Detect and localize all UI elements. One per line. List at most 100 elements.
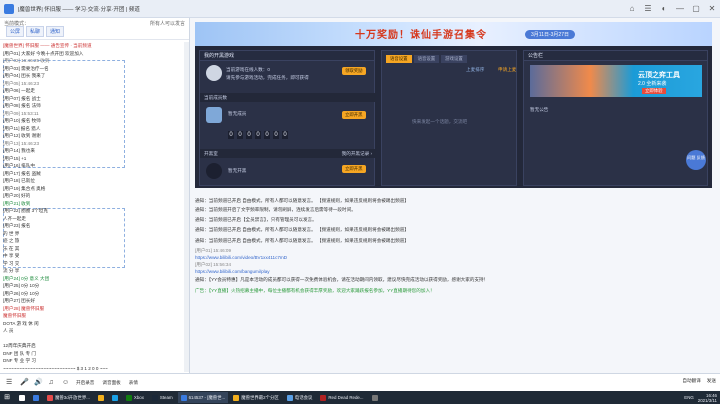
tab-private[interactable]: 私聊 <box>26 26 45 37</box>
empty-topic-hint: 快来发起一个话题，交流吧 <box>412 119 468 124</box>
app-icon <box>47 394 53 401</box>
counter-digit: 0 <box>246 131 252 139</box>
menu-icon[interactable]: ☰ <box>642 3 654 15</box>
room-history-link[interactable]: 我的开黑记录 › <box>342 149 372 158</box>
system-message: 通知：当前频道已开启 自由模式，所有人都可以随意发言。 【频道规则，如果违反规则… <box>195 238 409 243</box>
send-button[interactable]: 发送 <box>707 378 716 384</box>
counter-digit: 0 <box>282 131 288 139</box>
start-session-button[interactable]: 立即开黑 <box>342 111 366 119</box>
chat-scrollbar[interactable] <box>184 42 189 372</box>
app-icon <box>371 394 378 401</box>
windows-start-icon[interactable]: ⊞ <box>0 391 14 404</box>
chat-message: [用户01] 大家好 今晚十点开团 欢迎加入 <box>3 50 84 56</box>
app-icon <box>320 394 327 401</box>
system-message: 通知：【YY会员特惠】凡是本活动的成员都可以获得一次免费体验机会，请在活动期间内… <box>195 277 489 282</box>
mic-order-label: 上麦排序 <box>466 67 485 72</box>
chat-message: ~~~~~~~~~~~~~~~~~~~~~~~~~~~ $ 3 1 2 0 0 … <box>3 365 108 371</box>
promo-banner[interactable]: 十万奖励！诛仙手游召集令 3月11日-3月27日 <box>195 22 712 46</box>
taskbar-item[interactable] <box>16 392 28 403</box>
taskbar-item[interactable]: Xbox <box>123 392 147 403</box>
feedback-button[interactable]: 问题 反馈 <box>686 150 706 170</box>
taskbar-item[interactable]: 魔兽3d开放世界... <box>44 392 93 403</box>
menu-icon[interactable]: ☰ <box>4 378 14 388</box>
taskbar-item-label: 魔兽3d开放世界... <box>55 395 90 400</box>
chat-message: [魔兽世界] 怀旧服 —— 通告宣传 · 当前频道 <box>3 43 92 48</box>
record-button[interactable]: 开启录音 <box>74 378 96 388</box>
minimize-button[interactable]: — <box>674 3 686 15</box>
speak-permission: 所有人可以发言 <box>149 21 185 27</box>
notice-empty: 暂无公告 <box>530 107 549 112</box>
taskbar-item-label: 魔兽世界最2个分区 <box>241 395 279 400</box>
game-panel: 十万奖励！诛仙手游召集令 3月11日-3月27日 我的开黑游戏 当前游戏在线人数… <box>195 22 712 188</box>
chat-message: 的 世 界 <box>3 230 20 236</box>
chat-message: [用户24] 0分 意义 大团 <box>3 275 50 281</box>
tab-game[interactable]: 游戏设置 <box>441 55 467 63</box>
chat-message: [用户08] 报名 法师 <box>3 103 41 108</box>
chat-message: [用户25] 0分 10分 <box>3 283 40 288</box>
emoticon-button[interactable]: 表情 <box>127 378 140 388</box>
tab-voice-2[interactable]: 语音设置 <box>413 55 440 63</box>
taskbar-item[interactable]: 614537 - [魔兽世... <box>177 392 229 403</box>
taskbar-item[interactable] <box>109 392 121 403</box>
maximize-button[interactable]: ▢ <box>690 3 702 15</box>
banner-date: 3月11日-3月27日 <box>525 30 575 39</box>
start-room-button[interactable]: 立即开黑 <box>342 165 366 173</box>
ad-title: 云顶之弈工具 <box>638 72 680 79</box>
clock[interactable]: 16:46 2021/3/11 <box>698 393 717 403</box>
home-icon[interactable]: ⌂ <box>626 3 638 15</box>
mixer-button[interactable]: 调音面板 <box>100 378 122 388</box>
input-right-actions: 自动翻译 发送 <box>682 378 716 384</box>
emoji-icon[interactable]: ☺ <box>60 378 70 388</box>
taskbar-item[interactable] <box>30 392 42 403</box>
taskbar-item-label: 614537 - [魔兽世... <box>188 395 226 400</box>
tab-notice[interactable]: 通知 <box>46 26 65 37</box>
voice-panel: 语音设置 语音设置 游戏设置 上麦排序 申请上麦 快来发起一个话题，交流吧 <box>381 50 517 186</box>
ad-banner[interactable]: 云顶之弈工具 2.0 全新来袭 立即体验 <box>530 65 702 97</box>
counter-digit: 0 <box>273 131 279 139</box>
claim-reward-button[interactable]: 领取奖励 <box>342 67 366 75</box>
apply-mic-button[interactable]: 申请上麦 <box>498 67 516 73</box>
chat-message: 乐 在 其 <box>3 245 20 251</box>
speaker-icon[interactable]: 🔊 <box>32 378 43 388</box>
chat-message-list[interactable]: [魔兽世界] 怀旧服 —— 通告宣传 · 当前频道 [用户01] 大家好 今晚十点… <box>3 42 183 372</box>
chat-message: DNF 专 业 学 习 <box>3 358 36 363</box>
notice-panel: 公告栏 云顶之弈工具 2.0 全新来袭 立即体验 暂无公告 <box>523 50 708 186</box>
input-language[interactable]: ENG <box>684 395 694 400</box>
tab-voice[interactable]: 语音设置 <box>386 55 412 63</box>
counter-digit: 0 <box>228 131 234 139</box>
chat-message: 流 分 享 <box>3 268 20 273</box>
window-controls: ⌂ ☰ ◐ — ▢ ✕ <box>626 3 718 15</box>
skin-icon[interactable]: ◐ <box>658 3 670 15</box>
taskbar-item[interactable]: 魔兽世界最2个分区 <box>230 392 282 403</box>
os-taskbar: ⊞ 魔兽3d开放世界... Xbox Steam 614537 - [魔兽世... 魔兽… <box>0 391 720 404</box>
chat-message: [用户04] 团长 我来了 <box>3 73 46 78</box>
chat-message: DNF 团 队 专 门 <box>3 350 36 356</box>
app-icon <box>97 394 104 401</box>
member-counter: 0 0 0 0 0 0 0 <box>228 131 288 139</box>
translate-toggle[interactable]: 自动翻译 <box>682 378 700 384</box>
taskbar-item[interactable]: Red Dead Rede... <box>317 392 366 403</box>
chat-message: [用户20] 好的 <box>3 193 31 198</box>
taskbar-item[interactable] <box>95 392 107 403</box>
music-icon[interactable]: ♫ <box>46 378 56 388</box>
taskbar-item[interactable]: Steam <box>149 392 176 403</box>
taskbar-item[interactable]: 电话会议 <box>284 392 316 403</box>
tab-public[interactable]: 公屏 <box>6 26 25 37</box>
ad-button[interactable]: 立即体验 <box>642 88 666 94</box>
members-section: 当前成员数 <box>200 93 376 145</box>
system-message: 广告：【YY直播】火热招募主播中，每位主播都有机会获得丰厚奖励，欢迎大家踊跃报名… <box>195 288 435 293</box>
app-icon <box>125 394 132 401</box>
chat-message: [用户28] 魔兽怀旧服 <box>3 305 45 311</box>
clock-date: 2021/3/11 <box>697 397 717 403</box>
system-message: [用户01] 15:46:09 <box>195 248 232 253</box>
taskbar-item-label: Steam <box>159 395 173 400</box>
window-title: |魔兽世界| 怀旧服 —— 学习·交流·分享·开团 | 频道 <box>18 6 140 13</box>
chat-message: [用户17] 报名 盗贼 <box>3 170 41 176</box>
system-message-list[interactable]: 通知：当前频道已开启 自由模式，所有人都可以随意发言。 【频道规则，如果违反规则… <box>195 180 712 350</box>
chat-message: [用户26] 0分 10分 <box>3 290 40 296</box>
mic-icon[interactable]: 🎤 <box>18 378 29 388</box>
main-area: 十万奖励！诛仙手游召集令 3月11日-3月27日 我的开黑游戏 当前游戏在线人数… <box>191 18 720 373</box>
close-button[interactable]: ✕ <box>706 3 718 15</box>
counter-digit: 0 <box>255 131 261 139</box>
taskbar-item[interactable] <box>369 392 381 403</box>
